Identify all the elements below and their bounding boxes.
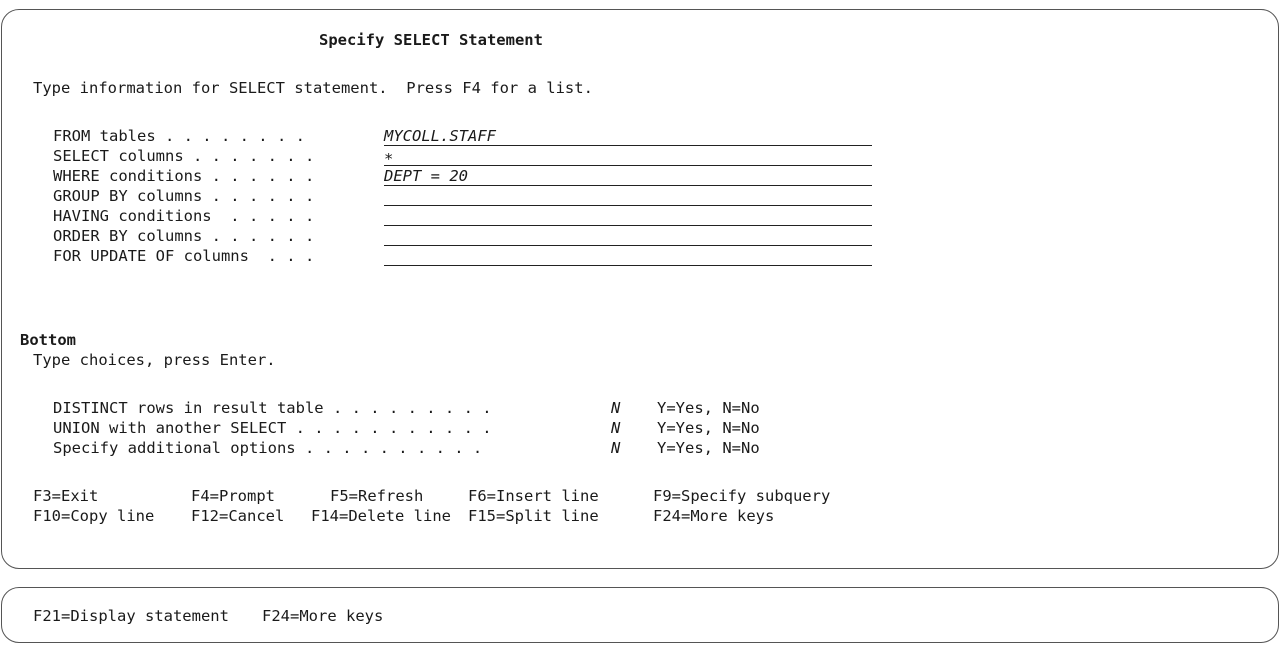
- option-label: UNION with another SELECT . . . . . . . …: [53, 419, 492, 437]
- field-label: FROM tables . . . . . . . .: [53, 127, 305, 145]
- field-label: GROUP BY columns . . . . . .: [53, 187, 315, 205]
- f5-refresh-key[interactable]: F5=Refresh: [330, 486, 423, 506]
- f6-insert-line-key[interactable]: F6=Insert line: [468, 486, 599, 506]
- from-tables-input-underline[interactable]: [384, 145, 872, 146]
- field-label: SELECT columns . . . . . . .: [53, 147, 315, 165]
- where-conditions-input[interactable]: DEPT = 20: [384, 166, 468, 186]
- f9-specify-subquery-key[interactable]: F9=Specify subquery: [653, 486, 830, 506]
- option-hint: Y=Yes, N=No: [657, 439, 760, 457]
- screen-instruction: Type information for SELECT statement. P…: [33, 79, 593, 97]
- union-input[interactable]: N: [611, 418, 620, 438]
- option-label: Specify additional options . . . . . . .…: [53, 439, 483, 457]
- field-label: WHERE conditions . . . . . .: [53, 167, 315, 185]
- screen-title: Specify SELECT Statement: [319, 31, 543, 49]
- option-hint: Y=Yes, N=No: [657, 399, 760, 417]
- distinct-rows-input[interactable]: N: [611, 398, 620, 418]
- from-tables-input[interactable]: MYCOLL.STAFF: [384, 126, 496, 146]
- f14-delete-line-key[interactable]: F14=Delete line: [311, 506, 451, 526]
- for-update-of-columns-input-underline[interactable]: [384, 265, 872, 266]
- having-conditions-input-underline[interactable]: [384, 225, 872, 226]
- f10-copy-line-key[interactable]: F10=Copy line: [33, 506, 154, 526]
- f24-more-keys-key-alt[interactable]: F24=More keys: [262, 606, 383, 626]
- where-conditions-input-underline[interactable]: [384, 185, 872, 186]
- f12-cancel-key[interactable]: F12=Cancel: [191, 506, 284, 526]
- group-by-columns-input-underline[interactable]: [384, 205, 872, 206]
- f15-split-line-key[interactable]: F15=Split line: [468, 506, 599, 526]
- option-label: DISTINCT rows in result table . . . . . …: [53, 399, 492, 417]
- f3-exit-key[interactable]: F3=Exit: [33, 486, 98, 506]
- f4-prompt-key[interactable]: F4=Prompt: [191, 486, 275, 506]
- additional-options-input[interactable]: N: [611, 438, 620, 458]
- field-label: FOR UPDATE OF columns . . .: [53, 247, 315, 265]
- field-label: HAVING conditions . . . . .: [53, 207, 315, 225]
- field-label: ORDER BY columns . . . . . .: [53, 227, 315, 245]
- option-hint: Y=Yes, N=No: [657, 419, 760, 437]
- f24-more-keys-key[interactable]: F24=More keys: [653, 506, 774, 526]
- order-by-columns-input-underline[interactable]: [384, 245, 872, 246]
- list-position-indicator: Bottom: [20, 331, 76, 349]
- choices-instruction: Type choices, press Enter.: [33, 351, 276, 369]
- f21-display-statement-key[interactable]: F21=Display statement: [33, 606, 229, 626]
